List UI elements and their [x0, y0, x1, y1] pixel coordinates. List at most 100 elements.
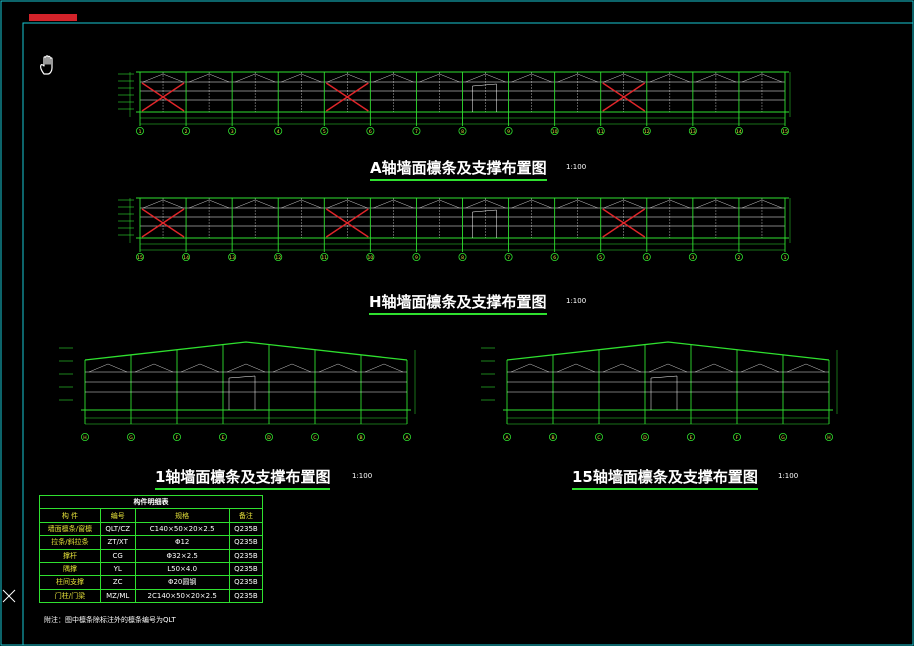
sag-rod — [235, 73, 256, 83]
sag-rod — [485, 199, 506, 209]
sag-rod — [162, 73, 184, 83]
sag-rod — [162, 199, 184, 209]
h-axis-elevation-lines: 15 14 13 12 11 10 9 8 7 6 5 4 3 2 1 — [118, 197, 791, 261]
axis-15-title: 15轴墙面檩条及支撑布置图 — [572, 466, 758, 490]
sag-rod — [575, 363, 596, 373]
sag-rod — [602, 363, 623, 373]
table-cell: C140×50×20×2.5 — [134, 521, 230, 537]
axis-bubble-label: 6 — [553, 255, 556, 261]
sag-rod — [759, 363, 780, 373]
sag-rod — [511, 199, 532, 209]
sag-rod — [648, 363, 669, 373]
axis-bubble-label: E — [222, 435, 225, 441]
axis-1-scale: 1:100 — [352, 472, 373, 480]
sag-rod — [226, 363, 247, 373]
sag-rod — [621, 363, 642, 373]
sag-rod — [255, 73, 276, 83]
sag-rod — [510, 363, 531, 373]
axis-bubble-label: 14 — [736, 129, 742, 135]
axis-bubble-label: C — [313, 435, 316, 441]
axis-bubble-label: 1 — [139, 129, 142, 135]
sag-rod — [603, 199, 624, 209]
table-header: 规格 — [134, 508, 230, 523]
cad-drawing-viewport[interactable]: 1 2 3 4 5 6 7 8 9 10 11 12 13 14 15 15 14 13 12 11 10 9 8 7 6 5 4 3… — [0, 0, 914, 646]
table-row: 隅撑 YL L50×4.0 Q235B — [39, 561, 264, 577]
axis-bubble-label: 4 — [645, 255, 648, 261]
table-cell: MZ/ML — [99, 588, 136, 604]
table-cell: Q235B — [228, 548, 264, 563]
table-cell: Φ32×2.5 — [134, 548, 230, 563]
sag-rod — [577, 73, 598, 83]
table-row: 墙面檩条/窗檩 QLT/CZ C140×50×20×2.5 Q235B — [39, 521, 264, 537]
table-cell: YL — [99, 561, 136, 577]
axis-bubble-label: F — [176, 435, 179, 441]
axis-bubble-label: F — [736, 435, 739, 441]
gable-roof — [84, 341, 408, 361]
axis-bubble-label: 11 — [598, 129, 604, 135]
axis-bubble-label: 12 — [275, 255, 281, 261]
table-cell: Q235B — [228, 521, 264, 537]
table-header-row: 构 件 编号 规格 备注 — [39, 508, 264, 523]
axis-bubble-label: C — [597, 435, 600, 441]
sag-rod — [373, 73, 394, 83]
axis-bubble-label: 7 — [507, 255, 510, 261]
axis-bubble-label: D — [267, 435, 271, 441]
table-cell: 拉条/斜拉条 — [39, 535, 101, 550]
axis-1-title: 1轴墙面檩条及支撑布置图 — [155, 466, 331, 490]
sag-rod — [761, 199, 783, 209]
sag-rod — [180, 363, 201, 373]
sag-rod — [134, 363, 155, 373]
sag-rod — [209, 73, 230, 83]
sag-rod — [485, 73, 506, 83]
table-cell: Q235B — [228, 575, 264, 590]
axis-bubble-label: 15 — [782, 129, 788, 135]
axis-bubble-label: 14 — [183, 255, 189, 261]
sag-rod — [623, 199, 644, 209]
sag-rod — [88, 363, 109, 373]
axis-bubble-label: 9 — [507, 129, 510, 135]
sag-rod — [695, 199, 716, 209]
sag-rod — [142, 199, 164, 209]
sag-rod — [281, 199, 302, 209]
table-cell: CG — [99, 548, 136, 563]
axis-bubble-label: H — [827, 435, 830, 441]
sag-rod — [347, 73, 368, 83]
sag-rod — [153, 363, 174, 373]
sag-rod — [740, 363, 761, 373]
sag-rod — [301, 199, 322, 209]
door-opening — [228, 375, 256, 410]
axis-bubble-label: B — [359, 435, 362, 441]
sag-rod — [318, 363, 339, 373]
table-header: 备注 — [228, 508, 264, 523]
axis-bubble-label: 5 — [599, 255, 602, 261]
sag-rod — [327, 73, 348, 83]
sag-rod — [393, 199, 414, 209]
a-axis-elevation-lines: 1 2 3 4 5 6 7 8 9 10 11 12 13 14 15 — [118, 71, 791, 136]
sag-rod — [245, 363, 266, 373]
sag-rod — [439, 73, 460, 83]
sag-rod — [511, 73, 532, 83]
axis-1-gable-lines: HGFEDCBA — [59, 341, 416, 441]
sag-rod — [419, 73, 440, 83]
table-row: 拉条/斜拉条 ZT/XT Φ12 Q235B — [39, 535, 264, 550]
axis-bubble-label: 9 — [415, 255, 418, 261]
sag-rod — [142, 73, 164, 83]
sag-rod — [603, 73, 624, 83]
h-axis-title: H轴墙面檩条及支撑布置图 — [369, 291, 547, 315]
sag-rod — [373, 199, 394, 209]
axis-bubble-label: 12 — [644, 129, 650, 135]
sag-rod — [577, 199, 598, 209]
sag-rod — [301, 73, 322, 83]
sag-rod — [556, 363, 577, 373]
sag-rod — [188, 199, 210, 209]
sag-rod — [667, 363, 688, 373]
sag-rod — [209, 199, 230, 209]
sag-rod — [669, 199, 690, 209]
sag-rod — [741, 199, 763, 209]
axis-bubble-label: 4 — [277, 129, 280, 135]
door-opening — [472, 83, 497, 112]
sag-rod — [465, 199, 486, 209]
sag-rod — [465, 73, 486, 83]
axis-bubble-label: 8 — [461, 255, 464, 261]
axis-bubble-label: 2 — [185, 129, 188, 135]
